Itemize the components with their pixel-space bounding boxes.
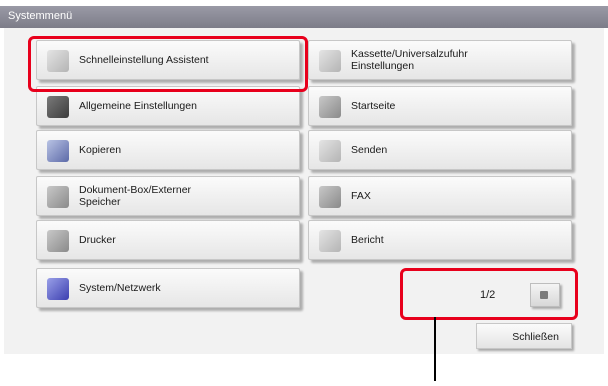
fax-button[interactable]: FAX bbox=[308, 176, 572, 216]
button-label: Allgemeine Einstellungen bbox=[79, 100, 197, 112]
general-settings-button[interactable]: Allgemeine Einstellungen bbox=[36, 86, 300, 126]
printer-icon bbox=[47, 230, 69, 252]
report-button[interactable]: Bericht bbox=[308, 220, 572, 260]
button-label: Startseite bbox=[351, 100, 396, 112]
button-label: Bericht bbox=[351, 234, 384, 246]
button-label: Kopieren bbox=[79, 144, 122, 156]
printer-button[interactable]: Drucker bbox=[36, 220, 300, 260]
send-button[interactable]: Senden bbox=[308, 130, 572, 170]
highlight-wizard bbox=[28, 36, 308, 92]
home-button[interactable]: Startseite bbox=[308, 86, 572, 126]
window-title: Systemmenü bbox=[8, 10, 73, 22]
close-button-label: Schließen bbox=[512, 331, 559, 343]
report-icon bbox=[319, 230, 341, 252]
document-box-button[interactable]: Dokument-Box/Externer Speicher bbox=[36, 176, 300, 216]
button-label: Kassette/Universalzufuhr Einstellungen bbox=[351, 48, 468, 72]
send-icon bbox=[319, 140, 341, 162]
button-label: Drucker bbox=[79, 234, 116, 246]
callout-pointer-line bbox=[434, 317, 436, 381]
button-label: FAX bbox=[351, 190, 371, 202]
network-icon bbox=[47, 278, 69, 300]
copy-icon bbox=[47, 140, 69, 162]
document-box-icon bbox=[47, 186, 69, 208]
highlight-pager bbox=[400, 268, 578, 320]
system-network-button[interactable]: System/Netzwerk bbox=[36, 268, 300, 308]
button-label: Senden bbox=[351, 144, 388, 156]
close-button[interactable]: Schließen bbox=[476, 323, 572, 349]
button-label: Dokument-Box/Externer Speicher bbox=[79, 184, 192, 208]
fax-icon bbox=[319, 186, 341, 208]
cassette-settings-button[interactable]: Kassette/Universalzufuhr Einstellungen bbox=[308, 40, 572, 80]
title-bar: Systemmenü bbox=[0, 6, 608, 28]
cassette-icon bbox=[319, 50, 341, 72]
copy-button[interactable]: Kopieren bbox=[36, 130, 300, 170]
button-label: System/Netzwerk bbox=[79, 282, 161, 294]
settings-icon bbox=[47, 96, 69, 118]
home-icon bbox=[319, 96, 341, 118]
